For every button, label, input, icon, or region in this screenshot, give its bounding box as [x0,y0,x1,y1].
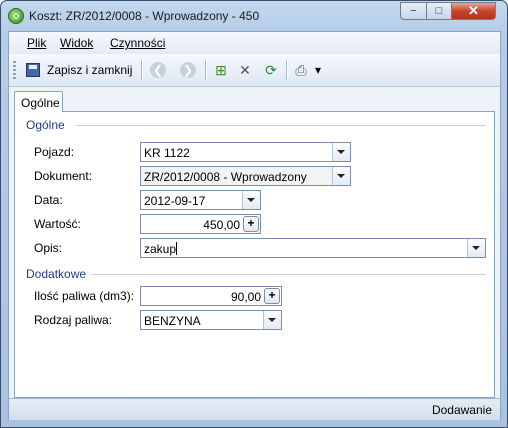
date-value: 2012-09-17 [144,194,206,208]
date-picker[interactable]: 2012-09-17 [140,190,261,210]
toolbar-separator [205,60,207,80]
fuel-type-label: Rodzaj paliwa: [34,313,113,327]
chevron-down-icon[interactable] [263,311,281,329]
fuel-amount-field[interactable]: 90,00 + [140,286,282,306]
plus-icon[interactable]: + [243,216,259,232]
minimize-button[interactable]: − [400,2,427,20]
document-select[interactable]: ZR/2012/0008 - Wprowadzony [140,166,351,186]
document-label: Dokument: [34,169,93,183]
maximize-button[interactable]: □ [426,2,452,20]
menu-czynnosci-label: Czynności [110,36,166,50]
forward-button[interactable]: ❯ [180,59,196,81]
menu-plik[interactable]: Plik [27,36,46,50]
toolbar-separator [141,60,143,80]
date-label: Data: [34,193,63,207]
tab-panel-general: Ogólne Pojazd: KR 1122 Dokument: ZR/2012… [14,111,495,398]
back-icon: ❮ [150,62,166,78]
group-divider [91,274,486,275]
back-button[interactable]: ❮ [150,59,166,81]
vehicle-label: Pojazd: [34,145,75,159]
save-icon [26,63,40,77]
vehicle-value: KR 1122 [144,146,190,160]
close-button[interactable]: ✕ [451,2,496,20]
fuel-type-select[interactable]: BENZYNA [140,310,282,330]
amount-label: Wartość: [34,217,81,231]
description-label: Opis: [34,241,63,255]
toolbar-separator [286,60,288,80]
tools-icon: ✕ [239,62,251,78]
menu-czynnosci[interactable]: Czynności [110,36,165,50]
menu-bar: Plik Widok Czynności [9,32,500,54]
refresh-icon: ⟳ [265,62,277,78]
fuel-amount-label: Ilość paliwa (dm3): [34,289,135,303]
text-cursor [176,242,178,255]
dropdown-arrow-icon[interactable]: ▾ [315,63,321,77]
description-field[interactable]: zakup [140,238,486,258]
save-and-close-label: Zapisz i zamknij [47,63,133,77]
group-title-general: Ogólne [26,118,65,132]
vehicle-select[interactable]: KR 1122 [140,142,351,162]
group-title-additional: Dodatkowe [26,267,87,281]
app-icon [8,8,24,24]
tab-general[interactable]: Ogólne [14,91,63,112]
menu-widok-label: Widok [60,36,94,50]
window: Koszt: ZR/2012/0008 - Wprowadzony - 450 … [0,0,508,428]
toolbar: Zapisz i zamknij ❮ ❯ ⊞ ✕ ⟳ ⎙ ▾ [9,54,500,87]
menu-widok[interactable]: Widok [60,36,93,50]
fuel-type-value: BENZYNA [144,314,201,328]
print-button[interactable]: ⎙ ▾ [293,59,321,81]
fuel-amount-value: 90,00 [230,290,261,304]
tab-strip: Ogólne [9,86,500,112]
chevron-down-icon[interactable] [467,239,485,257]
tools-button[interactable]: ✕ [237,59,253,81]
forward-icon: ❯ [180,62,196,78]
chevron-down-icon[interactable] [242,191,260,209]
group-divider [76,125,486,126]
toolbar-grip[interactable] [13,61,16,79]
chevron-down-icon[interactable] [332,143,350,161]
menu-plik-label: Plik [27,36,47,50]
status-bar: Dodawanie [9,398,500,420]
properties-icon: ⊞ [215,62,227,78]
title-bar[interactable]: Koszt: ZR/2012/0008 - Wprowadzony - 450 … [1,1,507,31]
document-value: ZR/2012/0008 - Wprowadzony [144,170,307,184]
status-text: Dodawanie [431,403,492,417]
save-and-close-button[interactable]: Zapisz i zamknij [26,59,132,81]
print-icon: ⎙ [295,62,307,78]
amount-value: 450,00 [203,218,240,232]
amount-field[interactable]: 450,00 + [140,214,261,234]
description-value: zakup [144,242,178,256]
properties-button[interactable]: ⊞ [213,59,229,81]
plus-icon[interactable]: + [264,288,280,304]
refresh-button[interactable]: ⟳ [263,59,279,81]
chevron-down-icon[interactable] [332,167,350,185]
window-title: Koszt: ZR/2012/0008 - Wprowadzony - 450 [29,9,260,23]
client-area: Plik Widok Czynności Zapisz i zamknij ❮ … [8,31,501,420]
